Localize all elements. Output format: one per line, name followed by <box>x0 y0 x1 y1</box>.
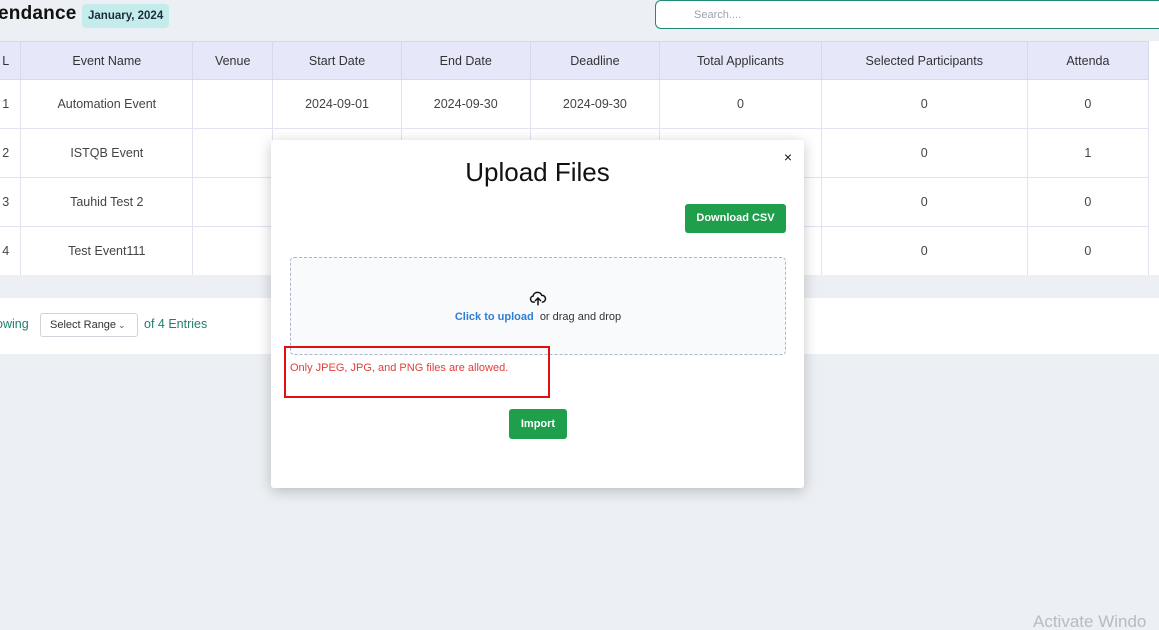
close-icon[interactable]: × <box>782 148 794 166</box>
column-header[interactable]: Attenda <box>1026 41 1150 80</box>
upload-files-modal: Upload Files × Download CSV Click to upl… <box>271 140 804 488</box>
table-cell <box>192 177 274 227</box>
table-cell: 2024-09-30 <box>400 79 531 129</box>
table-header-row: L Event Name Venue Start Date End Date D… <box>0 41 1150 80</box>
column-header[interactable]: L <box>0 41 22 80</box>
column-header[interactable]: End Date <box>400 41 531 80</box>
chevron-down-icon: ⌄ <box>118 320 126 330</box>
table-cell: 0 <box>820 226 1028 275</box>
column-header[interactable]: Total Applicants <box>659 41 822 80</box>
page-title: endance <box>0 3 77 24</box>
table-cell: 1 <box>1026 128 1150 178</box>
search-input[interactable] <box>655 0 1159 29</box>
table-cell: 0 <box>820 128 1028 178</box>
download-csv-button[interactable]: Download CSV <box>685 204 786 233</box>
column-header[interactable]: Selected Participants <box>820 41 1028 80</box>
dropzone-text: Click to upload or drag and drop <box>291 311 785 323</box>
table-cell: 2 <box>0 128 22 178</box>
table-cell: 1 <box>0 79 22 129</box>
range-select-label: Select Range <box>50 319 117 331</box>
table-cell: 2024-09-01 <box>272 79 402 129</box>
table-cell: 0 <box>659 79 822 129</box>
table-cell: Test Event111 <box>20 226 194 275</box>
table-cell: 3 <box>0 177 22 227</box>
file-dropzone[interactable]: Click to upload or drag and drop <box>290 257 786 355</box>
import-button[interactable]: Import <box>509 409 567 439</box>
table-cell: Automation Event <box>20 79 194 129</box>
column-header[interactable]: Event Name <box>20 41 194 80</box>
table-cell: 0 <box>1026 79 1150 129</box>
table-cell <box>192 79 274 129</box>
column-header[interactable]: Deadline <box>529 41 661 80</box>
entries-count: of 4 Entries <box>144 317 208 331</box>
range-select[interactable]: Select Range ⌄ <box>40 313 138 337</box>
cloud-upload-icon <box>529 291 547 306</box>
showing-label: owing <box>0 317 29 331</box>
table-cell <box>192 128 274 178</box>
drag-drop-text: or drag and drop <box>539 311 622 323</box>
table-row[interactable]: 1 Automation Event 2024-09-01 2024-09-30… <box>0 79 1150 129</box>
error-highlight-box <box>284 346 550 398</box>
table-cell: ISTQB Event <box>20 128 194 178</box>
month-badge: January, 2024 <box>82 4 170 28</box>
activate-windows-watermark: Activate Windo <box>1033 612 1147 630</box>
table-cell: 0 <box>820 79 1028 129</box>
column-header[interactable]: Start Date <box>272 41 402 80</box>
modal-title: Upload Files <box>465 157 610 187</box>
table-cell: 2024-09-30 <box>529 79 661 129</box>
table-cell: 0 <box>1026 177 1150 227</box>
top-bar: endance January, 2024 <box>0 0 1159 40</box>
table-cell: 0 <box>1026 226 1150 275</box>
column-header[interactable]: Venue <box>192 41 274 80</box>
table-cell: 4 <box>0 226 22 275</box>
table-cell: Tauhid Test 2 <box>20 177 194 227</box>
click-to-upload-link[interactable]: Click to upload <box>455 311 534 323</box>
table-cell: 0 <box>820 177 1028 227</box>
table-cell <box>192 226 274 275</box>
